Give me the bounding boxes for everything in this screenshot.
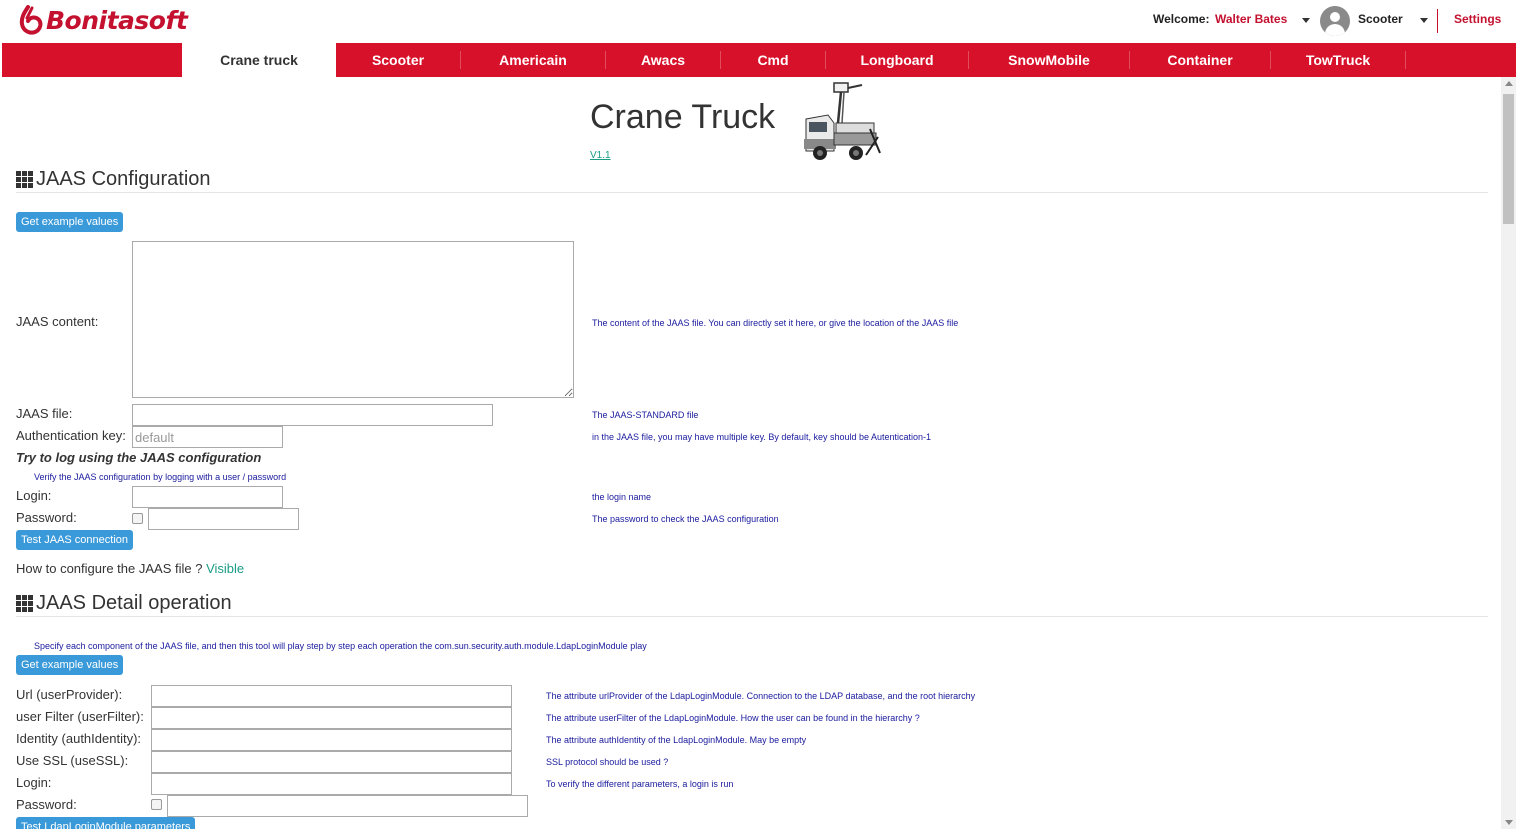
app-window: Bonitasoft Welcome: Walter Bates Scooter…: [0, 0, 1516, 829]
app-menu-chevron-down-icon[interactable]: [1420, 18, 1428, 23]
tab-cmd[interactable]: Cmd: [721, 43, 825, 77]
detail-password-input[interactable]: [167, 795, 528, 817]
vertical-scrollbar[interactable]: [1501, 77, 1516, 829]
app-selector-label[interactable]: Scooter: [1358, 12, 1403, 26]
tab-snowmobile[interactable]: SnowMobile: [969, 43, 1129, 77]
tab-awacs[interactable]: Awacs: [606, 43, 720, 77]
auth-key-help: in the JAAS file, you may have multiple …: [592, 432, 932, 442]
test-ldap-params-button[interactable]: Test LdapLoginModule parameters: [16, 817, 196, 829]
auth-key-label: Authentication key:: [16, 428, 126, 443]
avatar[interactable]: [1320, 6, 1350, 36]
jaas-detail-heading: JAAS Detail operation: [16, 592, 232, 615]
detail-password-label: Password:: [16, 797, 77, 812]
grid-icon: [16, 594, 34, 613]
tab-longboard[interactable]: Longboard: [826, 43, 968, 77]
use-ssl-help: SSL protocol should be used ?: [546, 757, 669, 767]
scroll-up-arrow-icon[interactable]: [1505, 81, 1513, 86]
header-divider: [1437, 9, 1438, 33]
scroll-down-arrow-icon[interactable]: [1505, 820, 1513, 825]
user-filter-help: The attribute userFilter of the LdapLogi…: [546, 713, 920, 723]
detail-show-password-checkbox[interactable]: [151, 799, 162, 810]
crane-truck-image: [804, 82, 881, 160]
identity-input[interactable]: [151, 729, 512, 751]
page-content: Crane Truck V1.1 JAAS Configuration Get …: [2, 77, 1501, 829]
jaas-login-label: Login:: [16, 488, 52, 503]
bonita-logo-icon: [19, 5, 43, 35]
user-filter-input[interactable]: [151, 707, 512, 729]
detail-login-input[interactable]: [151, 773, 512, 795]
jaas-password-label: Password:: [16, 510, 77, 525]
jaas-content-help: The content of the JAAS file. You can di…: [592, 318, 959, 328]
jaas-get-example-button[interactable]: Get example values: [16, 212, 124, 232]
jaas-detail-intro: Specify each component of the JAAS file,…: [34, 641, 647, 651]
page-title: Crane Truck: [590, 98, 776, 136]
section-divider: [16, 192, 1488, 193]
top-bar: Bonitasoft Welcome: Walter Bates Scooter…: [0, 0, 1516, 43]
tab-container[interactable]: Container: [1130, 43, 1270, 77]
detail-login-label: Login:: [16, 775, 52, 790]
try-login-heading: Try to log using the JAAS configuration: [16, 450, 262, 465]
tab-americain[interactable]: Americain: [461, 43, 605, 77]
grid-icon: [16, 170, 34, 189]
version-link[interactable]: V1.1: [590, 150, 611, 161]
jaas-file-input[interactable]: [132, 404, 493, 426]
jaas-howto: How to configure the JAAS file ? Visible: [16, 561, 244, 576]
url-label: Url (userProvider):: [16, 687, 123, 702]
jaas-file-help: The JAAS-STANDARD file: [592, 410, 699, 420]
detail-login-help: To verify the different parameters, a lo…: [546, 779, 734, 789]
jaas-content-label: JAAS content:: [16, 314, 99, 329]
scrollbar-thumb[interactable]: [1503, 94, 1514, 224]
brand-name: Bonitasoft: [46, 5, 188, 35]
use-ssl-label: Use SSL (useSSL):: [16, 753, 129, 768]
jaas-show-password-checkbox[interactable]: [132, 513, 143, 524]
user-name[interactable]: Walter Bates: [1215, 12, 1287, 26]
jaas-password-help: The password to check the JAAS configura…: [592, 514, 779, 524]
use-ssl-input[interactable]: [151, 751, 512, 773]
tab-crane-truck[interactable]: Crane truck: [182, 43, 336, 77]
welcome-label: Welcome:: [1153, 12, 1210, 26]
tab-towtruck[interactable]: TowTruck: [1271, 43, 1405, 77]
url-input[interactable]: [151, 685, 512, 707]
settings-link[interactable]: Settings: [1454, 12, 1501, 26]
auth-key-input[interactable]: [132, 426, 283, 448]
user-menu-chevron-down-icon[interactable]: [1302, 18, 1310, 23]
main-nav: Crane truck Scooter Americain Awacs Cmd …: [2, 43, 1516, 77]
jaas-config-heading: JAAS Configuration: [16, 168, 211, 191]
user-filter-label: user Filter (userFilter):: [16, 709, 144, 724]
identity-help: The attribute authIdentity of the LdapLo…: [546, 735, 807, 745]
tab-scooter[interactable]: Scooter: [336, 43, 460, 77]
jaas-file-label: JAAS file:: [16, 406, 73, 421]
identity-label: Identity (authIdentity):: [16, 731, 142, 746]
jaas-howto-visible-link[interactable]: Visible: [206, 561, 244, 576]
section-divider: [16, 616, 1488, 617]
bonitasoft-logo[interactable]: Bonitasoft: [19, 5, 188, 35]
detail-get-example-button[interactable]: Get example values: [16, 655, 124, 675]
jaas-password-input[interactable]: [148, 508, 299, 530]
jaas-login-help: the login name: [592, 492, 652, 502]
url-help: The attribute urlProvider of the LdapLog…: [546, 691, 976, 701]
try-login-help: Verify the JAAS configuration by logging…: [34, 472, 287, 482]
jaas-login-input[interactable]: [132, 486, 283, 508]
jaas-howto-text: How to configure the JAAS file ?: [16, 561, 203, 576]
test-jaas-connection-button[interactable]: Test JAAS connection: [16, 530, 134, 550]
jaas-content-textarea[interactable]: [132, 241, 574, 398]
